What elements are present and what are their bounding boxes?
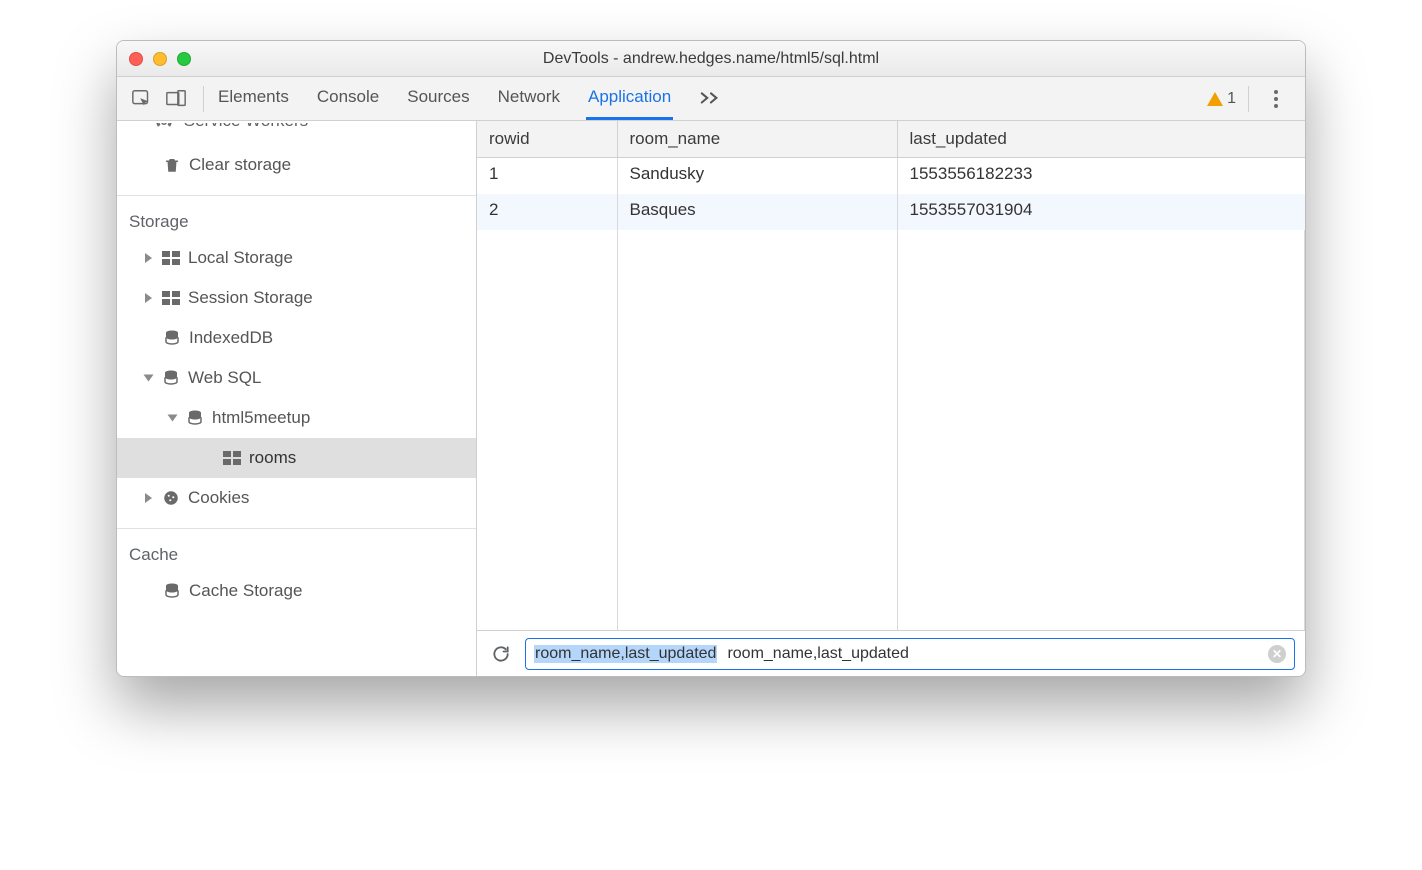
warnings-count: 1 bbox=[1227, 90, 1236, 108]
inspect-element-icon[interactable] bbox=[127, 84, 157, 114]
sidebar-item-cache-storage[interactable]: Cache Storage bbox=[117, 571, 476, 611]
storage-icon bbox=[160, 291, 182, 305]
clear-input-icon[interactable]: ✕ bbox=[1268, 645, 1286, 663]
maximize-window-button[interactable] bbox=[177, 52, 191, 66]
sidebar-item-label: Cookies bbox=[188, 488, 249, 508]
tab-overflow-icon[interactable] bbox=[697, 77, 723, 120]
sidebar-item-table-rooms[interactable]: rooms bbox=[117, 438, 476, 478]
devtools-tab-list: Elements Console Sources Network Applica… bbox=[216, 77, 1203, 120]
database-icon bbox=[160, 369, 182, 387]
tab-console[interactable]: Console bbox=[315, 77, 381, 120]
warning-icon bbox=[1207, 92, 1223, 106]
cell-rowid: 2 bbox=[477, 194, 617, 230]
sql-input-value: room_name,last_updated bbox=[534, 645, 717, 663]
window-title: DevTools - andrew.hedges.name/html5/sql.… bbox=[117, 50, 1305, 68]
sidebar-heading-cache: Cache bbox=[117, 529, 476, 571]
sidebar-item-clear-storage[interactable]: Clear storage bbox=[117, 145, 476, 185]
table-icon bbox=[221, 451, 243, 465]
panel-body: Service Workers Clear storage Storage bbox=[117, 121, 1305, 676]
tab-sources[interactable]: Sources bbox=[405, 77, 471, 120]
sql-input[interactable]: room_name,last_updated ✕ bbox=[525, 638, 1295, 670]
database-icon bbox=[184, 409, 206, 427]
close-window-button[interactable] bbox=[129, 52, 143, 66]
chevron-right-icon bbox=[145, 493, 152, 503]
window-titlebar: DevTools - andrew.hedges.name/html5/sql.… bbox=[117, 41, 1305, 77]
table-row[interactable]: 2 Basques 1553557031904 bbox=[477, 194, 1305, 230]
chevron-down-icon bbox=[168, 415, 178, 422]
sidebar-item-service-workers[interactable]: Service Workers bbox=[117, 123, 476, 145]
tab-network[interactable]: Network bbox=[496, 77, 562, 120]
sidebar-item-label: Local Storage bbox=[188, 248, 293, 268]
sidebar-item-label: IndexedDB bbox=[189, 328, 273, 348]
cell-last-updated: 1553557031904 bbox=[897, 194, 1305, 230]
sidebar-item-database[interactable]: html5meetup bbox=[117, 398, 476, 438]
table-empty-area bbox=[477, 230, 1305, 630]
sidebar-item-label: Cache Storage bbox=[189, 581, 302, 601]
tabbar-right-separator bbox=[1248, 86, 1249, 112]
refresh-button[interactable] bbox=[487, 640, 515, 668]
database-icon bbox=[161, 582, 183, 600]
tab-elements[interactable]: Elements bbox=[216, 77, 291, 120]
devtools-window: DevTools - andrew.hedges.name/html5/sql.… bbox=[116, 40, 1306, 677]
table-row[interactable]: 1 Sandusky 1553556182233 bbox=[477, 158, 1305, 195]
cell-rowid: 1 bbox=[477, 158, 617, 195]
sidebar-item-label: Web SQL bbox=[188, 368, 261, 388]
sidebar-item-label: rooms bbox=[249, 448, 296, 468]
column-header-rowid[interactable]: rowid bbox=[477, 121, 617, 158]
database-icon bbox=[161, 329, 183, 347]
sidebar-item-web-sql[interactable]: Web SQL bbox=[117, 358, 476, 398]
sql-console-bar: room_name,last_updated ✕ bbox=[477, 630, 1305, 676]
warnings-indicator[interactable]: 1 bbox=[1207, 90, 1236, 108]
cell-room-name: Basques bbox=[617, 194, 897, 230]
sidebar-item-indexeddb[interactable]: IndexedDB bbox=[117, 318, 476, 358]
column-header-last-updated[interactable]: last_updated bbox=[897, 121, 1305, 158]
sidebar-item-label: Clear storage bbox=[189, 155, 291, 175]
chevron-down-icon bbox=[144, 375, 154, 382]
devtools-tabbar: Elements Console Sources Network Applica… bbox=[117, 77, 1305, 121]
sidebar-tree: Service Workers Clear storage Storage bbox=[117, 121, 476, 611]
cell-last-updated: 1553556182233 bbox=[897, 158, 1305, 195]
application-sidebar: Service Workers Clear storage Storage bbox=[117, 121, 477, 676]
data-table: rowid room_name last_updated 1 Sandusky … bbox=[477, 121, 1305, 630]
trash-icon bbox=[161, 156, 183, 174]
chevron-right-icon bbox=[145, 253, 152, 263]
sql-input-field[interactable] bbox=[725, 644, 1260, 664]
sidebar-heading-storage: Storage bbox=[117, 196, 476, 238]
chevron-right-icon bbox=[145, 293, 152, 303]
device-toolbar-icon[interactable] bbox=[161, 84, 191, 114]
table-viewer-panel: rowid room_name last_updated 1 Sandusky … bbox=[477, 121, 1305, 676]
column-header-room-name[interactable]: room_name bbox=[617, 121, 897, 158]
cookie-icon bbox=[160, 489, 182, 507]
tabbar-separator bbox=[203, 86, 204, 112]
kebab-menu-icon[interactable] bbox=[1261, 84, 1291, 114]
minimize-window-button[interactable] bbox=[153, 52, 167, 66]
sidebar-item-cookies[interactable]: Cookies bbox=[117, 478, 476, 518]
sidebar-item-session-storage[interactable]: Session Storage bbox=[117, 278, 476, 318]
sidebar-item-label: html5meetup bbox=[212, 408, 310, 428]
storage-icon bbox=[160, 251, 182, 265]
traffic-lights bbox=[129, 52, 191, 66]
tab-application[interactable]: Application bbox=[586, 77, 673, 120]
sidebar-item-label: Session Storage bbox=[188, 288, 313, 308]
sidebar-item-local-storage[interactable]: Local Storage bbox=[117, 238, 476, 278]
cell-room-name: Sandusky bbox=[617, 158, 897, 195]
